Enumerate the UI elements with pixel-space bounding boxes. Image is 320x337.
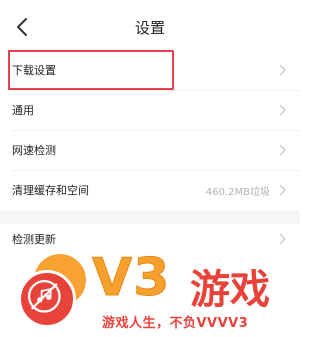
chevron-right-icon [279, 104, 286, 116]
header-bar: 设置 [0, 0, 300, 52]
settings-item-general[interactable]: 通用 [0, 90, 300, 130]
chevron-right-icon [279, 184, 286, 196]
settings-item-label: 清理缓存和空间 [12, 184, 89, 197]
highlight-box [8, 50, 174, 90]
chevron-right-icon [279, 64, 286, 76]
settings-item-label: 通用 [12, 104, 34, 117]
settings-item-clear-cache[interactable]: 清理缓存和空间 460.2MB垃圾 [0, 170, 300, 210]
settings-item-label: 网速检测 [12, 144, 56, 157]
chevron-right-icon [279, 233, 286, 245]
music-note-icon [27, 279, 61, 313]
settings-item-speed-test[interactable]: 网速检测 [0, 130, 300, 170]
logo-brand-text: 游戏 [190, 267, 270, 313]
logo-slogan: 游戏人生，不负VVVV3 [102, 316, 249, 331]
logo-circle-red [18, 270, 76, 328]
watermark: V3 游戏 游戏人生，不负VVVV3 [0, 248, 300, 337]
settings-item-label: 检测更新 [12, 233, 56, 246]
chevron-right-icon [279, 144, 286, 156]
logo-v3-text: V3 [91, 248, 171, 309]
page-title: 设置 [134, 19, 165, 37]
cache-size-value: 460.2MB垃圾 [205, 187, 270, 198]
